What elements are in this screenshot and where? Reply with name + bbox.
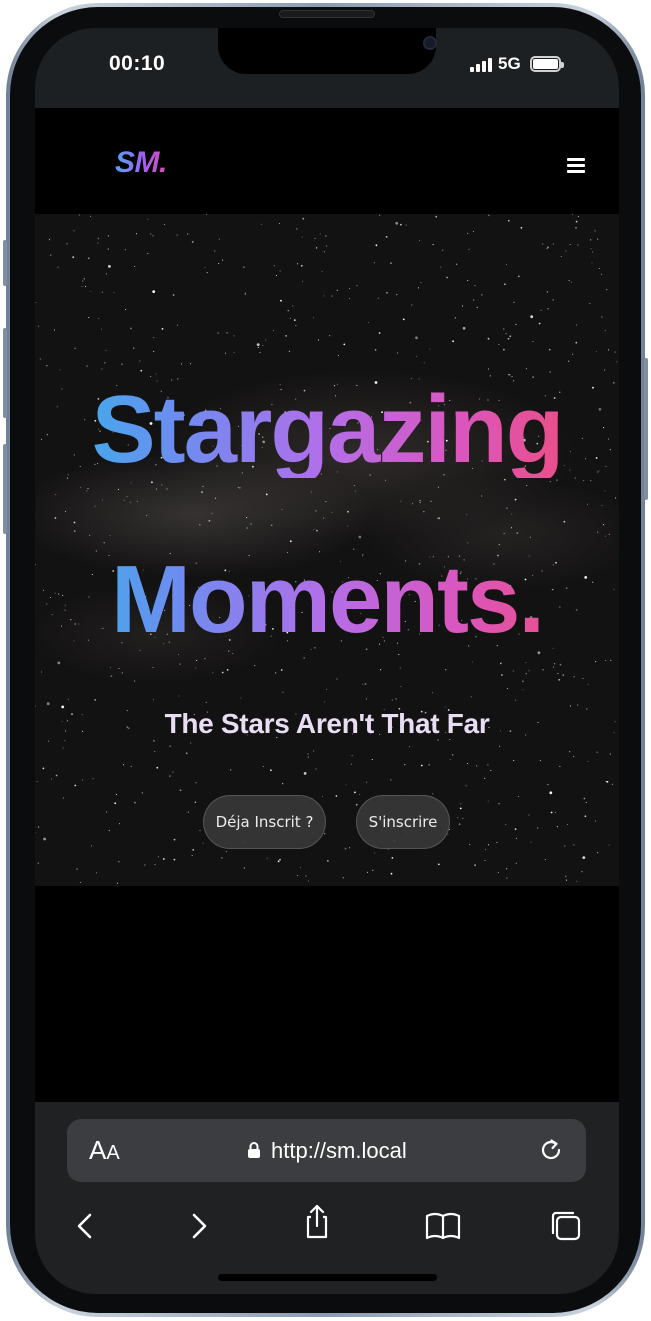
url-text: http://sm.local <box>271 1138 407 1163</box>
screen: 00:10 5G SM. Stargazing Moments. The Sta… <box>35 28 619 1294</box>
chevron-right-icon[interactable] <box>179 1206 219 1246</box>
text-size-button[interactable]: AA <box>89 1135 120 1166</box>
hero-headline-line1: Stargazing <box>35 382 619 478</box>
home-indicator <box>218 1274 437 1281</box>
hero-tagline: The Stars Aren't That Far <box>164 708 490 739</box>
address-bar[interactable]: AA http://sm.local <box>67 1119 586 1182</box>
front-camera <box>423 36 437 50</box>
browser-bottom-bar: AA http://sm.local <box>35 1102 619 1294</box>
lock-icon <box>248 1142 260 1158</box>
signup-button[interactable]: S'inscrire <box>356 795 450 849</box>
reload-icon[interactable] <box>537 1136 565 1164</box>
hero-headline-line2: Moments. <box>35 552 619 648</box>
book-icon[interactable] <box>423 1206 463 1246</box>
dynamic-notch <box>218 28 437 74</box>
status-bar: 00:10 5G <box>35 28 619 108</box>
side-button-action <box>3 240 7 286</box>
signal-icon <box>470 58 492 72</box>
site-navbar: SM. <box>35 108 619 214</box>
hamburger-menu-icon[interactable] <box>567 158 585 174</box>
share-icon[interactable] <box>297 1202 337 1242</box>
side-button-power <box>644 358 648 500</box>
site-logo[interactable]: SM. <box>115 146 167 180</box>
text-size-small-a: A <box>106 1142 120 1164</box>
side-button-volume-up <box>3 328 7 418</box>
hero-section: Stargazing Moments. The Stars Aren't Tha… <box>35 214 619 886</box>
network-type: 5G <box>498 54 521 73</box>
login-button[interactable]: Déja Inscrit ? <box>203 795 326 849</box>
text-size-big-a: A <box>89 1135 107 1165</box>
status-time: 00:10 <box>109 52 166 75</box>
tabs-icon[interactable] <box>546 1206 586 1246</box>
chevron-left-icon[interactable] <box>65 1206 105 1246</box>
speaker-grille <box>279 10 375 18</box>
battery-icon <box>530 56 564 72</box>
side-button-volume-down <box>3 444 7 534</box>
